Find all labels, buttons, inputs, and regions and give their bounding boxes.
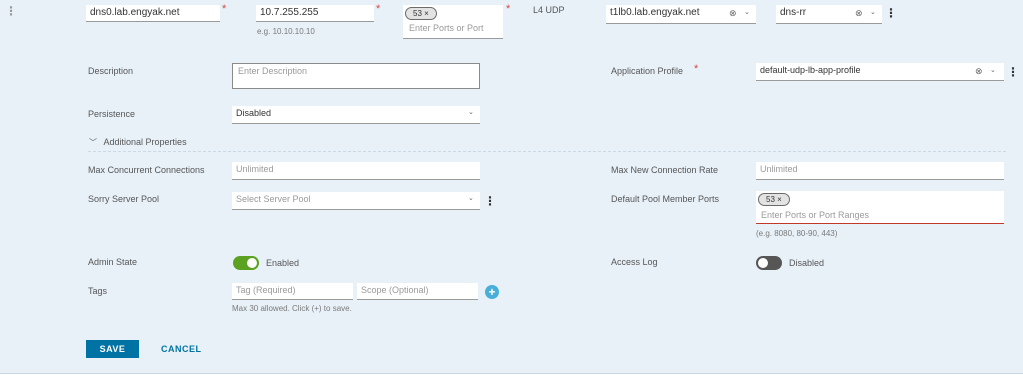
cancel-button[interactable]: CANCEL xyxy=(155,340,207,358)
default-ports-field[interactable]: 53 × Enter Ports or Port Ranges xyxy=(756,191,1004,224)
kebab-icon[interactable]: ⋮ xyxy=(484,195,496,207)
admin-state-value: Enabled xyxy=(266,258,300,268)
pool-value: dns-rr xyxy=(780,7,807,18)
max-rate-input[interactable]: Unlimited xyxy=(756,162,1004,180)
toggle-knob xyxy=(758,258,768,268)
add-circle-icon[interactable]: + xyxy=(485,285,499,299)
ip-hint: e.g. 10.10.10.10 xyxy=(257,27,315,36)
max-rate-placeholder: Unlimited xyxy=(760,164,798,174)
chevron-down-icon[interactable]: ⌄ xyxy=(990,66,996,74)
tag-input[interactable]: Tag (Required) xyxy=(232,283,353,300)
default-port-tag-label: 53 xyxy=(766,195,775,204)
ports-placeholder: Enter Ports or Port xyxy=(409,23,484,33)
clear-icon[interactable]: ⊗ xyxy=(855,8,863,19)
max-connections-input[interactable]: Unlimited xyxy=(232,162,480,180)
clear-icon[interactable]: ⊗ xyxy=(975,66,983,77)
scope-input[interactable]: Scope (Optional) xyxy=(357,283,478,300)
max-rate-label: Max New Connection Rate xyxy=(611,165,719,175)
default-ports-label: Default Pool Member Ports xyxy=(611,194,720,204)
lb-service-value: t1lb0.lab.engyak.net xyxy=(610,7,700,18)
required-icon: * xyxy=(506,3,511,15)
port-tag-label: 53 xyxy=(413,9,422,18)
admin-state-toggle[interactable] xyxy=(233,256,259,270)
sorry-pool-label: Sorry Server Pool xyxy=(88,194,160,204)
description-label: Description xyxy=(88,66,134,76)
access-log-value: Disabled xyxy=(789,258,825,268)
fqdn-input[interactable]: dns0.lab.engyak.net xyxy=(86,5,220,22)
default-port-tag: 53 × xyxy=(758,193,790,206)
tags-label: Tags xyxy=(88,286,108,296)
access-log-toggle[interactable] xyxy=(756,256,782,270)
protocol-label: L4 UDP xyxy=(533,5,565,15)
ports-field[interactable]: 53 × Enter Ports or Port xyxy=(403,5,503,39)
access-log-label: Access Log xyxy=(611,257,658,267)
chevron-down-icon[interactable]: ⌄ xyxy=(744,8,750,16)
persistence-value: Disabled xyxy=(236,108,272,118)
persistence-select[interactable]: Disabled xyxy=(232,106,480,124)
ip-address-input[interactable]: 10.7.255.255 xyxy=(256,5,374,22)
sorry-pool-select[interactable]: Select Server Pool xyxy=(232,192,480,210)
admin-state-label: Admin State xyxy=(88,257,138,267)
app-profile-label: Application Profile xyxy=(611,66,684,76)
pool-select[interactable]: dns-rr xyxy=(776,5,882,24)
kebab-icon[interactable]: ⋮ xyxy=(1007,66,1019,78)
save-button[interactable]: SAVE xyxy=(86,340,139,358)
chevron-down-icon[interactable]: ⌄ xyxy=(468,108,474,116)
tags-hint: Max 30 allowed. Click (+) to save. xyxy=(232,304,352,313)
additional-properties-label: Additional Properties xyxy=(103,137,187,147)
max-connections-placeholder: Unlimited xyxy=(236,164,274,174)
scope-placeholder: Scope (Optional) xyxy=(361,285,429,295)
tag-placeholder: Tag (Required) xyxy=(236,285,296,295)
required-icon: * xyxy=(222,3,227,15)
default-ports-hint: (e.g. 8080, 80-90, 443) xyxy=(756,229,838,238)
persistence-label: Persistence xyxy=(88,109,136,119)
close-tag-icon[interactable]: × xyxy=(424,9,429,18)
description-textarea[interactable]: Enter Description xyxy=(232,63,480,89)
default-ports-placeholder: Enter Ports or Port Ranges xyxy=(761,210,870,220)
close-tag-icon[interactable]: × xyxy=(777,195,782,204)
app-profile-value: default-udp-lb-app-profile xyxy=(760,65,861,75)
clear-icon[interactable]: ⊗ xyxy=(729,8,737,19)
chevron-down-icon[interactable]: ⌄ xyxy=(468,194,474,202)
section-divider xyxy=(88,151,1006,152)
kebab-icon[interactable]: ⋮ xyxy=(885,7,897,19)
max-connections-label: Max Concurrent Connections xyxy=(88,165,205,175)
chevron-down-icon[interactable]: ⌄ xyxy=(870,8,876,16)
sorry-pool-placeholder: Select Server Pool xyxy=(236,194,311,204)
chevron-down-expand-icon: ﹀ xyxy=(89,138,97,147)
description-placeholder: Enter Description xyxy=(238,66,308,76)
virtual-server-edit-panel: ⋮ dns0.lab.engyak.net * 10.7.255.255 * e… xyxy=(0,0,1023,374)
row-kebab-icon[interactable]: ⋮ xyxy=(5,5,17,17)
required-icon: * xyxy=(376,3,381,15)
additional-properties-toggle[interactable]: ﹀ Additional Properties xyxy=(89,137,187,148)
required-icon: * xyxy=(694,63,699,75)
port-tag: 53 × xyxy=(405,7,437,20)
app-profile-select[interactable]: default-udp-lb-app-profile xyxy=(756,63,1004,81)
toggle-knob xyxy=(247,258,257,268)
